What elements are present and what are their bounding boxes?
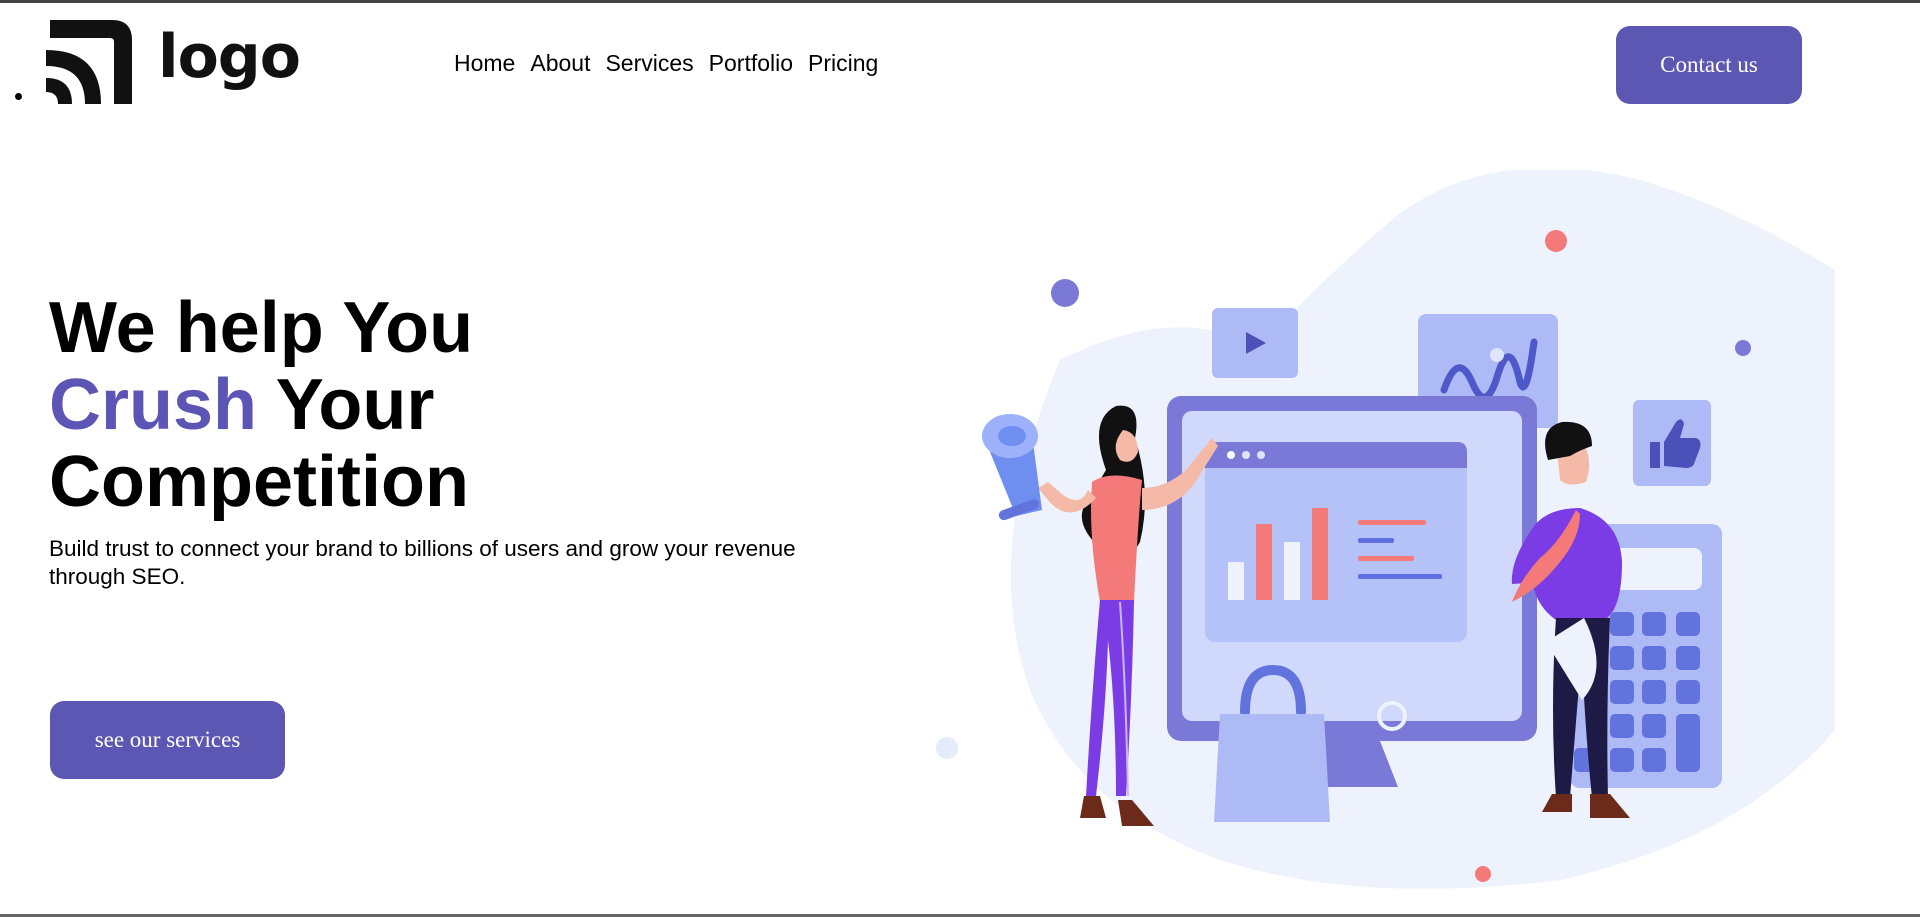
hero-title-line2: Your: [275, 365, 435, 445]
nav-portfolio[interactable]: Portfolio: [709, 50, 793, 77]
logo-link[interactable]: logo: [46, 18, 301, 104]
see-services-button[interactable]: see our services: [50, 701, 285, 779]
hero-title-line3: Competition: [49, 442, 469, 522]
decor-dot: [936, 737, 958, 759]
decor-dot: [1475, 866, 1491, 882]
nav-services[interactable]: Services: [605, 50, 693, 77]
logo-text: logo: [158, 22, 301, 92]
nav-pricing[interactable]: Pricing: [808, 50, 878, 77]
decor-dot: [1735, 340, 1751, 356]
top-border: [0, 0, 1920, 3]
hero-title-accent: Crush: [49, 365, 258, 445]
decor-dot: [1051, 279, 1079, 307]
hero-title: We help You Crush Your Competition: [49, 290, 473, 521]
list-bullet-dot: [15, 93, 22, 100]
play-icon: [1212, 308, 1298, 378]
main-nav: Home About Services Portfolio Pricing: [454, 50, 878, 77]
decor-dot: [1545, 230, 1567, 252]
hero-title-line1: We help You: [49, 288, 474, 368]
dashboard-window: [1205, 442, 1467, 642]
contact-us-button[interactable]: Contact us: [1616, 26, 1802, 104]
hero-subtitle: Build trust to connect your brand to bil…: [49, 536, 796, 589]
nav-home[interactable]: Home: [454, 50, 515, 77]
thumbs-up-icon: [1633, 400, 1711, 486]
logo-mark-icon: [46, 20, 132, 104]
nav-about[interactable]: About: [530, 50, 590, 77]
megaphone-icon: [982, 414, 1042, 521]
hero-illustration: [936, 170, 1835, 889]
